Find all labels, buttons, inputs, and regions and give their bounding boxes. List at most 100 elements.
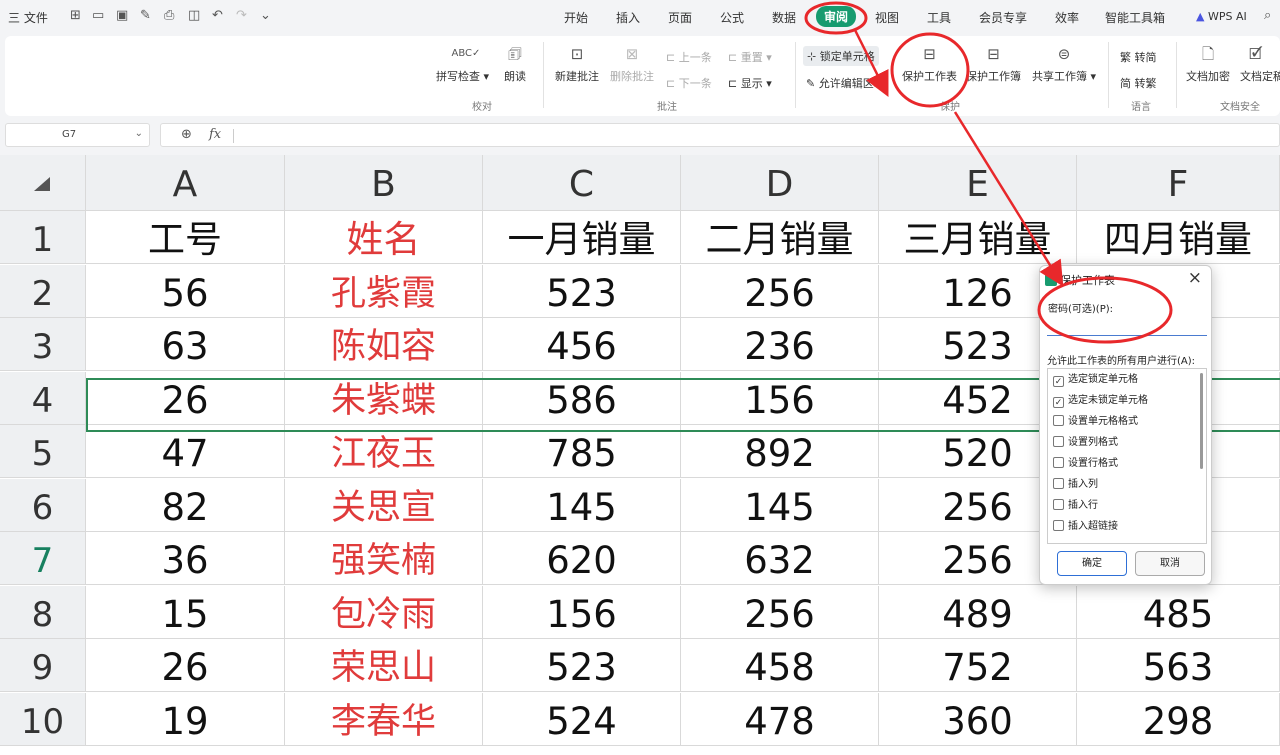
cell-a1[interactable]: 工号 <box>86 211 285 264</box>
permission-list[interactable]: ✓ 选定锁定单元格 ✓ 选定未锁定单元格 设置单元格格式 设置列格式 设置行格式 插入列 插入行… <box>1047 368 1207 544</box>
cell-f1[interactable]: 四月销量 <box>1077 211 1280 264</box>
to-simplified-button[interactable]: 繁 转简 <box>1120 49 1157 65</box>
to-traditional-button[interactable]: 简 转繁 <box>1120 75 1157 91</box>
cell-c8[interactable]: 156 <box>483 585 681 639</box>
formula-input[interactable]: ⊕ fx <box>160 123 1280 147</box>
print-preview-icon[interactable]: ◫ <box>188 8 200 23</box>
format-painter-icon[interactable]: ✎ <box>140 8 151 23</box>
row-header-10[interactable]: 10 <box>0 692 86 746</box>
checkbox-unchecked-icon[interactable] <box>1053 520 1064 531</box>
file-menu[interactable]: 三 文件 <box>8 9 48 26</box>
cell-c10[interactable]: 524 <box>483 692 681 746</box>
cell-b1[interactable]: 姓名 <box>285 211 483 264</box>
cell-b6[interactable]: 关思宣 <box>285 478 483 532</box>
cell-a5[interactable]: 47 <box>86 425 285 478</box>
column-header-a[interactable]: A <box>86 155 285 211</box>
cell-e1[interactable]: 三月销量 <box>879 211 1077 264</box>
protect-workbook-button[interactable]: ⊟ 保护工作簿 <box>966 44 1021 84</box>
row-header-4[interactable]: 4 <box>0 371 86 425</box>
spell-check-button[interactable]: ABC✓ 拼写检查 ▾ <box>436 44 489 84</box>
row-header-7[interactable]: 7 <box>0 532 86 585</box>
row-header-2[interactable]: 2 <box>0 264 86 318</box>
tab-view[interactable]: 视图 <box>875 9 899 26</box>
cell-b9[interactable]: 荣思山 <box>285 639 483 692</box>
cell-d2[interactable]: 256 <box>681 264 879 318</box>
tab-efficiency[interactable]: 效率 <box>1055 9 1079 26</box>
permission-option[interactable]: 设置列格式 <box>1053 436 1118 454</box>
cell-f8[interactable]: 485 <box>1077 585 1280 639</box>
cell-b5[interactable]: 江夜玉 <box>285 425 483 478</box>
cell-a2[interactable]: 56 <box>86 264 285 318</box>
tab-smart-toolbox[interactable]: 智能工具箱 <box>1105 9 1165 26</box>
permission-option[interactable]: 设置单元格格式 <box>1053 415 1138 433</box>
permission-option[interactable]: 插入列 <box>1053 478 1098 496</box>
wps-ai-button[interactable]: ▲ WPS AI <box>1196 10 1247 23</box>
cell-c7[interactable]: 620 <box>483 532 681 585</box>
read-aloud-button[interactable]: 🗊 朗读 <box>504 44 526 84</box>
new-comment-button[interactable]: ⊡ 新建批注 <box>555 44 599 84</box>
cell-d1[interactable]: 二月销量 <box>681 211 879 264</box>
open-icon[interactable]: ▭ <box>92 8 104 23</box>
column-header-b[interactable]: B <box>285 155 483 211</box>
redo-icon[interactable]: ↷ <box>236 8 247 23</box>
cell-d5[interactable]: 892 <box>681 425 879 478</box>
cell-c2[interactable]: 523 <box>483 264 681 318</box>
cell-e9[interactable]: 752 <box>879 639 1077 692</box>
column-header-e[interactable]: E <box>879 155 1077 211</box>
cell-d9[interactable]: 458 <box>681 639 879 692</box>
row-header-1[interactable]: 1 <box>0 211 86 264</box>
cell-d10[interactable]: 478 <box>681 692 879 746</box>
checkbox-unchecked-icon[interactable] <box>1053 457 1064 468</box>
cell-c1[interactable]: 一月销量 <box>483 211 681 264</box>
cell-a7[interactable]: 36 <box>86 532 285 585</box>
name-box[interactable]: G7 ⌄ <box>5 123 150 147</box>
cell-b8[interactable]: 包冷雨 <box>285 585 483 639</box>
cell-b2[interactable]: 孔紫霞 <box>285 264 483 318</box>
checkbox-unchecked-icon[interactable] <box>1053 415 1064 426</box>
share-workbook-button[interactable]: ⊜ 共享工作簿 ▾ <box>1032 44 1096 84</box>
reset-button[interactable]: ⊏ 重置 ▾ <box>728 49 772 65</box>
column-header-f[interactable]: F <box>1077 155 1280 211</box>
search-icon[interactable]: ⌕ <box>1264 8 1271 23</box>
cell-f10[interactable]: 298 <box>1077 692 1280 746</box>
cell-a3[interactable]: 63 <box>86 318 285 371</box>
column-header-c[interactable]: C <box>483 155 681 211</box>
tab-review[interactable]: 审阅 <box>816 6 857 27</box>
print-icon[interactable]: ⎙ <box>164 8 174 23</box>
cell-b3[interactable]: 陈如容 <box>285 318 483 371</box>
cell-d8[interactable]: 256 <box>681 585 879 639</box>
undo-icon[interactable]: ↶ <box>212 8 223 23</box>
doc-encrypt-button[interactable]: 🗋 文档加密 <box>1186 44 1230 84</box>
tab-tools[interactable]: 工具 <box>927 9 951 26</box>
cell-d4[interactable]: 156 <box>681 371 879 425</box>
tab-data[interactable]: 数据 <box>772 9 796 26</box>
more-chevron-icon[interactable]: ⌄ <box>260 8 271 23</box>
checkbox-unchecked-icon[interactable] <box>1053 436 1064 447</box>
permission-option[interactable]: 插入超链接 <box>1053 520 1118 538</box>
tab-member[interactable]: 会员专享 <box>979 9 1027 26</box>
cell-e10[interactable]: 360 <box>879 692 1077 746</box>
checkbox-unchecked-icon[interactable] <box>1053 478 1064 489</box>
save-icon[interactable]: ▣ <box>116 8 128 23</box>
checkbox-checked-icon[interactable]: ✓ <box>1053 376 1064 387</box>
close-icon[interactable]: × <box>1188 268 1202 288</box>
show-button[interactable]: ⊏ 显示 ▾ <box>728 75 772 91</box>
ok-button[interactable]: 确定 <box>1057 551 1127 576</box>
next-comment-button[interactable]: ⊏ 下一条 <box>666 75 712 91</box>
cell-d6[interactable]: 145 <box>681 478 879 532</box>
cell-a9[interactable]: 26 <box>86 639 285 692</box>
cell-c6[interactable]: 145 <box>483 478 681 532</box>
row-header-5[interactable]: 5 <box>0 425 86 478</box>
zoom-icon[interactable]: ⊕ <box>181 127 192 142</box>
tab-formula[interactable]: 公式 <box>720 9 744 26</box>
tab-home[interactable]: 开始 <box>564 9 588 26</box>
permission-option[interactable]: ✓ 选定未锁定单元格 <box>1053 394 1148 412</box>
cell-e8[interactable]: 489 <box>879 585 1077 639</box>
cell-c9[interactable]: 523 <box>483 639 681 692</box>
password-field[interactable] <box>1047 316 1207 336</box>
permission-option[interactable]: 设置行格式 <box>1053 457 1118 475</box>
cell-b4[interactable]: 朱紫蝶 <box>285 371 483 425</box>
cell-a8[interactable]: 15 <box>86 585 285 639</box>
lock-cells-button[interactable]: ⊹ 锁定单元格 <box>803 46 879 66</box>
prev-comment-button[interactable]: ⊏ 上一条 <box>666 49 712 65</box>
